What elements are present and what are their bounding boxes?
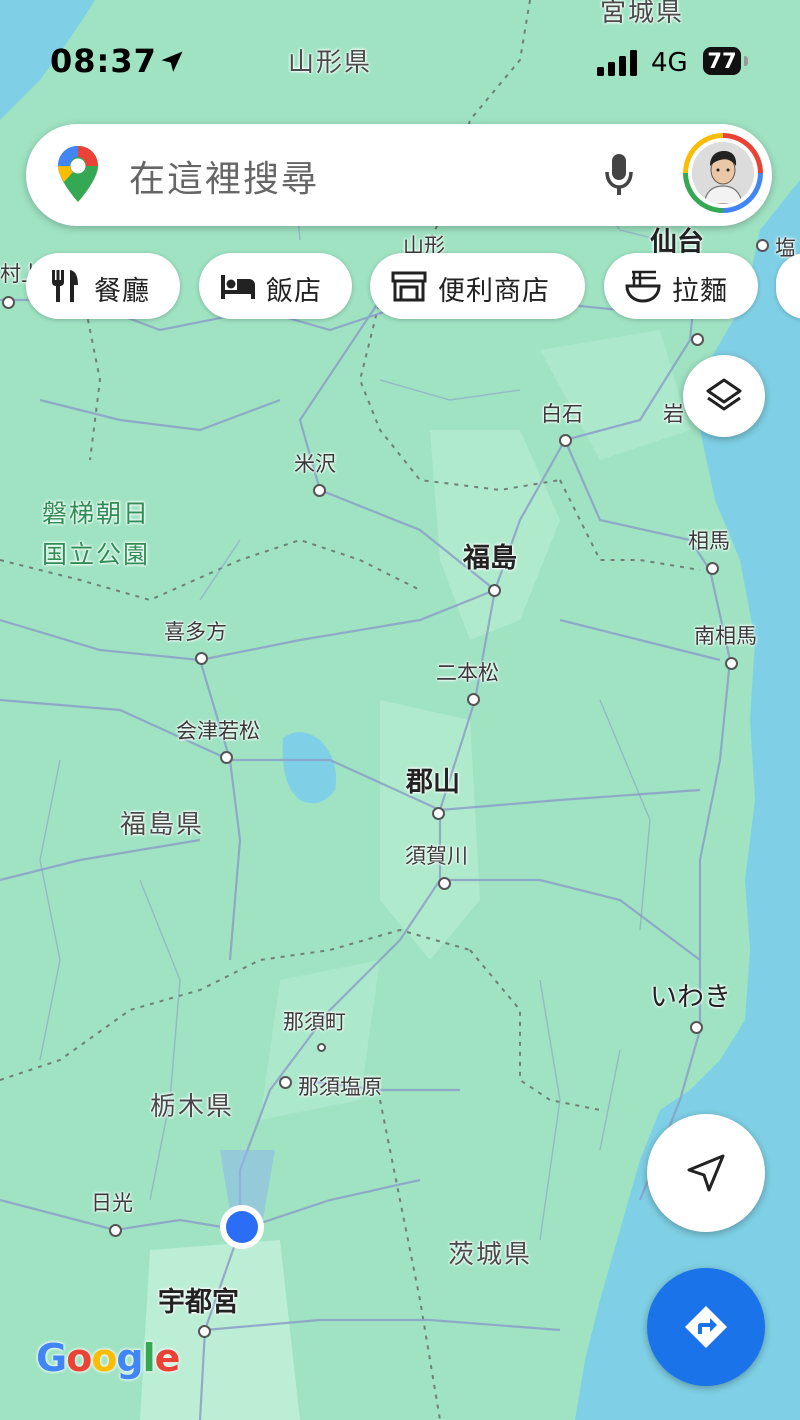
convenience-store-icon (391, 271, 427, 302)
chip-label-restaurants: 餐廳 (94, 276, 150, 307)
battery-level: 77 (707, 49, 737, 73)
hotel-icon (221, 275, 255, 299)
map-label-nasushiobara: 那須塩原 (298, 1075, 382, 1099)
city-dot-koriyama (432, 807, 445, 820)
city-dot-nasu (317, 1043, 326, 1052)
layers-button[interactable] (683, 355, 765, 437)
map-label-minamisoma: 南相馬 (694, 624, 757, 648)
map-label-sukagawa: 須賀川 (405, 844, 468, 868)
city-dot-nihonmatsu (467, 693, 480, 706)
city-dot-shiogama (756, 239, 769, 252)
search-bar[interactable]: 在這裡搜尋 (26, 124, 772, 226)
city-dot-utsunomiya (198, 1325, 211, 1338)
search-input[interactable]: 在這裡搜尋 (129, 150, 319, 202)
city-dot-soma (706, 562, 719, 575)
my-location-button[interactable] (647, 1114, 765, 1232)
status-time: 08:37 (50, 42, 157, 80)
signal-strength-icon (597, 50, 637, 76)
city-dot-sukagawa (438, 877, 451, 890)
map-label-tochigi-pref: 栃木県 (150, 1092, 235, 1122)
map-label-nikko: 日光 (91, 1191, 133, 1215)
map-label-bandai-asahi-park: 磐梯朝日 国立公園 (42, 499, 151, 569)
network-type: 4G (651, 48, 688, 78)
city-dot-murakami (2, 296, 15, 309)
city-dot-minamisoma (725, 657, 738, 670)
map-label-iwanuma: 岩 (663, 402, 684, 426)
city-dot-nasushiobara (279, 1076, 292, 1089)
account-avatar[interactable] (683, 133, 763, 213)
city-dot-aizuwakamatsu (220, 751, 233, 764)
map-label-nasu: 那須町 (283, 1010, 346, 1034)
city-dot-shiroishi (559, 434, 572, 447)
map-label-fukushima-pref: 福島県 (120, 810, 205, 840)
chip-restaurants[interactable]: 餐廳 (26, 253, 180, 319)
battery-icon: 77 (703, 47, 741, 75)
layers-icon (706, 378, 742, 411)
avatar-portrait-icon (692, 142, 754, 204)
map-label-utsunomiya: 宇都宮 (158, 1287, 239, 1318)
directions-icon (685, 1306, 727, 1348)
microphone-icon[interactable] (604, 152, 634, 198)
google-maps-pin-icon (58, 146, 98, 202)
city-dot-kitakata (195, 652, 208, 665)
map-label-aizuwakamatsu: 会津若松 (176, 719, 260, 743)
chip-ramen[interactable]: 拉麵 (604, 253, 758, 319)
city-dot-yonezawa (313, 484, 326, 497)
map-label-shiroishi: 白石 (541, 402, 583, 426)
city-dot-sendai-area (691, 333, 704, 346)
map-label-kitakata: 喜多方 (164, 620, 227, 644)
google-logo: Google (36, 1336, 180, 1380)
ramen-icon (625, 270, 661, 303)
chip-label-convenience-stores: 便利商店 (438, 276, 550, 307)
map-label-fukushima: 福島 (463, 543, 517, 574)
map-label-koriyama: 郡山 (406, 767, 460, 798)
restaurant-icon (52, 270, 78, 302)
chip-convenience-stores[interactable]: 便利商店 (370, 253, 585, 319)
city-dot-fukushima (488, 584, 501, 597)
chip-hotels[interactable]: 飯店 (199, 253, 352, 319)
navigation-arrow-icon (687, 1154, 725, 1192)
directions-button[interactable] (647, 1268, 765, 1386)
map-label-yonezawa: 米沢 (294, 452, 336, 476)
chip-label-hotels: 飯店 (266, 276, 322, 307)
map-label-ibaraki-pref: 茨城県 (448, 1240, 533, 1270)
city-dot-iwaki (690, 1021, 703, 1034)
status-bar: 08:37 4G 77 (0, 0, 800, 90)
location-services-icon (161, 51, 183, 72)
chip-label-ramen: 拉麵 (672, 276, 728, 307)
map-label-soma: 相馬 (688, 529, 730, 553)
map-label-nihonmatsu: 二本松 (436, 661, 499, 685)
battery-tip (744, 56, 748, 66)
map-label-iwaki: いわき (650, 982, 731, 1013)
city-dot-nikko (109, 1224, 122, 1237)
